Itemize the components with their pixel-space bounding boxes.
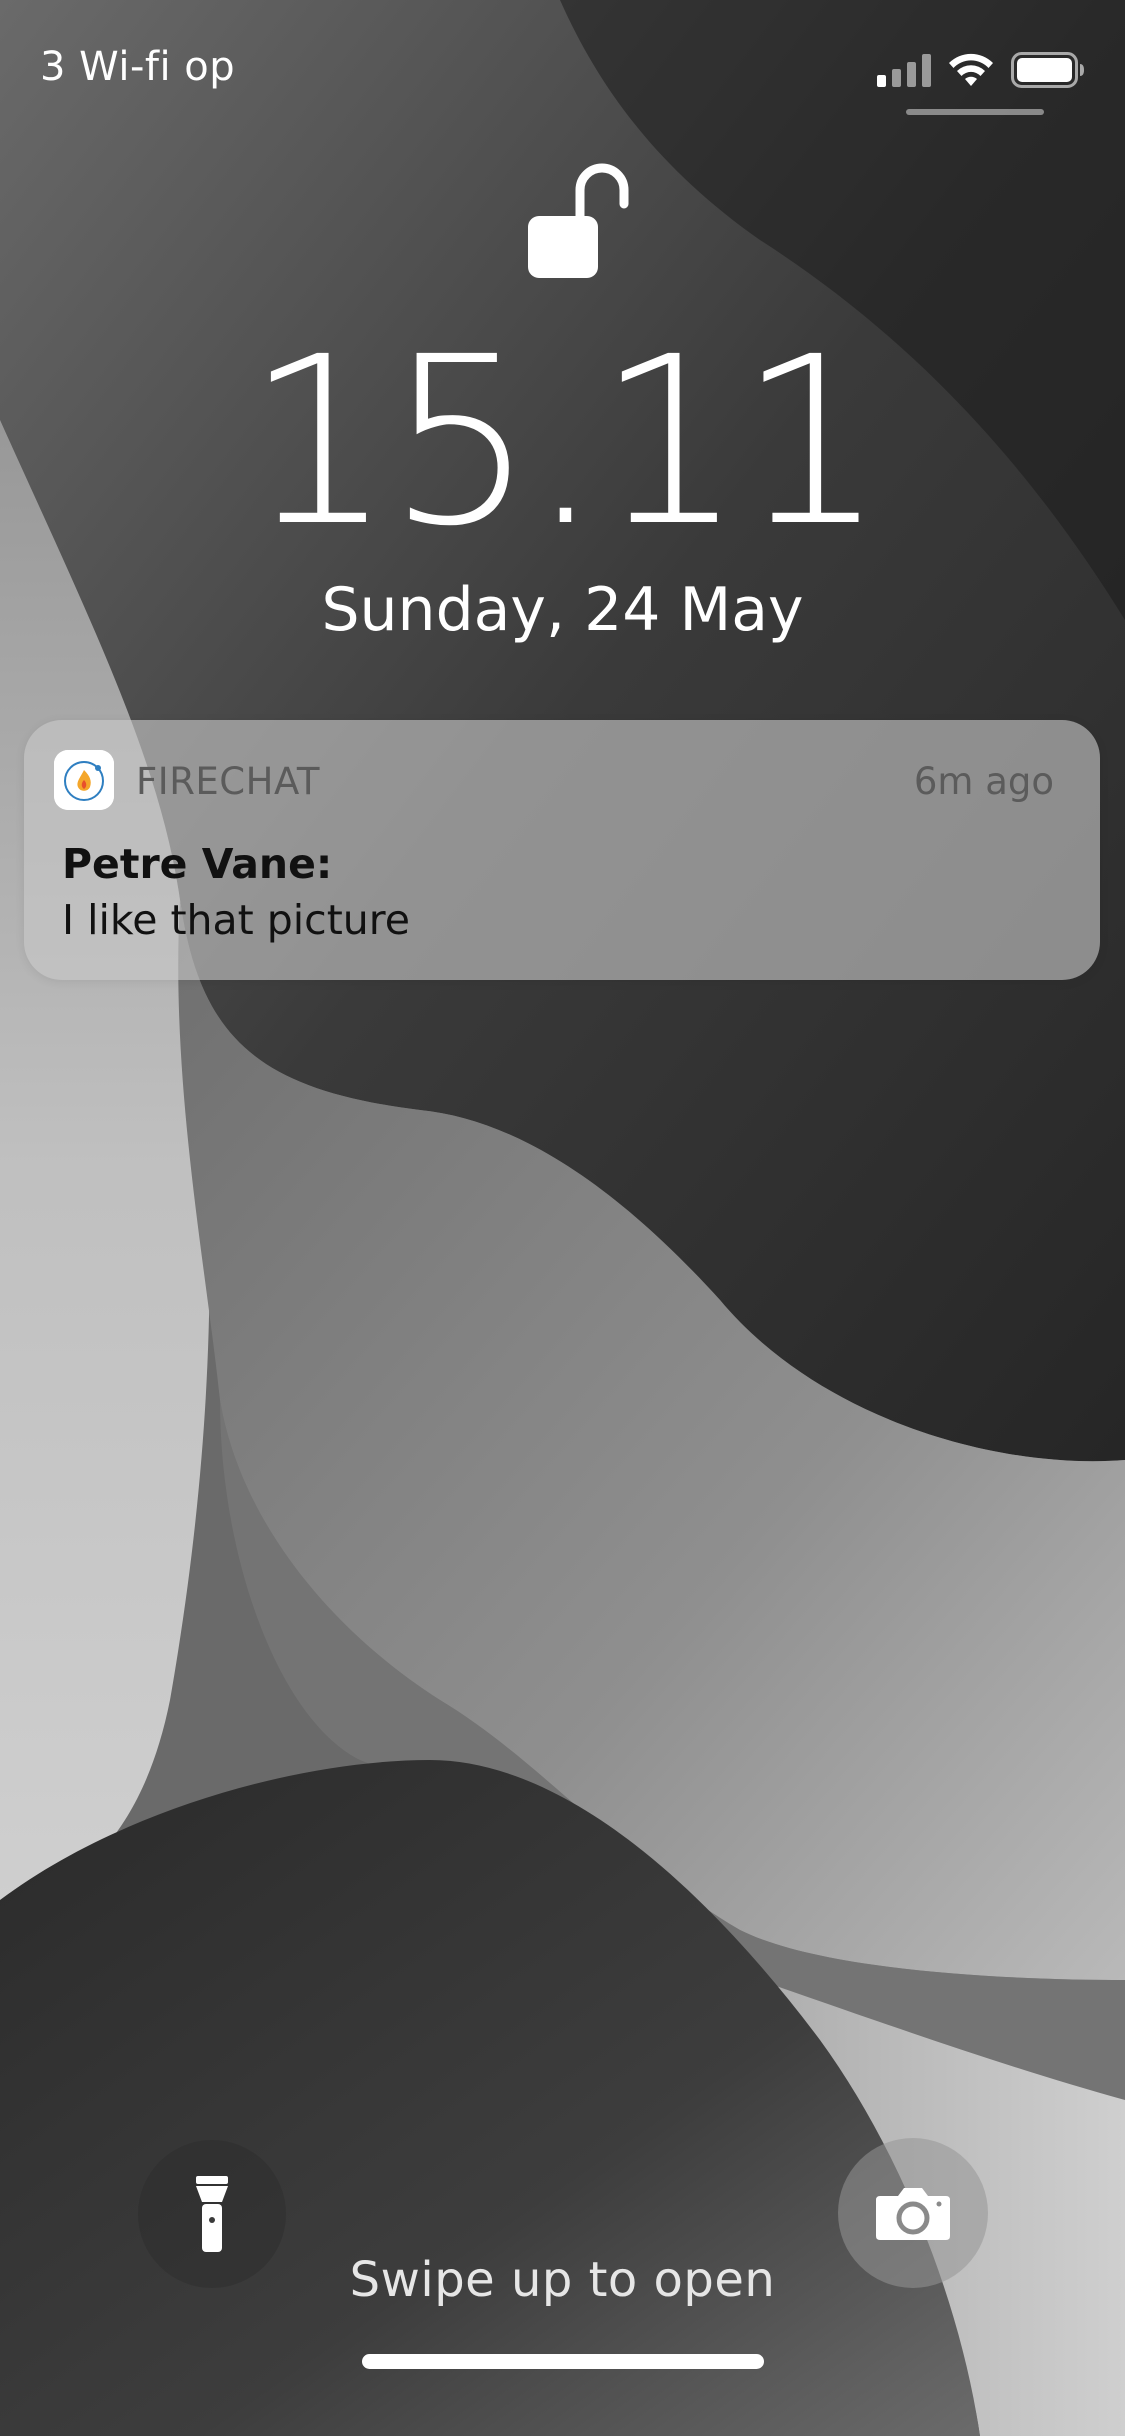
- notification-message: I like that picture: [62, 896, 410, 944]
- wifi-icon: [949, 53, 993, 86]
- status-icons: [877, 50, 1085, 90]
- swipe-up-hint: Swipe up to open: [349, 2252, 776, 2308]
- notification-time: 6m ago: [913, 760, 1054, 803]
- unlocked-padlock-icon: [528, 163, 629, 278]
- lock-screen: 3 Wi-fi op 15.11 Sunday, 24 May FIRECHAT…: [0, 0, 1125, 2436]
- cellular-signal-icon: [877, 54, 931, 87]
- carrier-label: 3 Wi-fi op: [40, 44, 236, 90]
- notification-card[interactable]: FIRECHAT 6m ago Petre Vane: I like that …: [24, 720, 1100, 980]
- home-indicator[interactable]: [362, 2354, 764, 2369]
- notification-app-name: FIRECHAT: [136, 760, 320, 803]
- battery-icon: [1011, 52, 1084, 88]
- notification-sender: Petre Vane:: [62, 840, 333, 888]
- lock-screen-date: Sunday, 24 May: [321, 575, 804, 645]
- lock-screen-time: 15.11: [245, 307, 885, 577]
- control-center-indicator[interactable]: [906, 109, 1044, 115]
- firechat-app-icon: [54, 750, 114, 810]
